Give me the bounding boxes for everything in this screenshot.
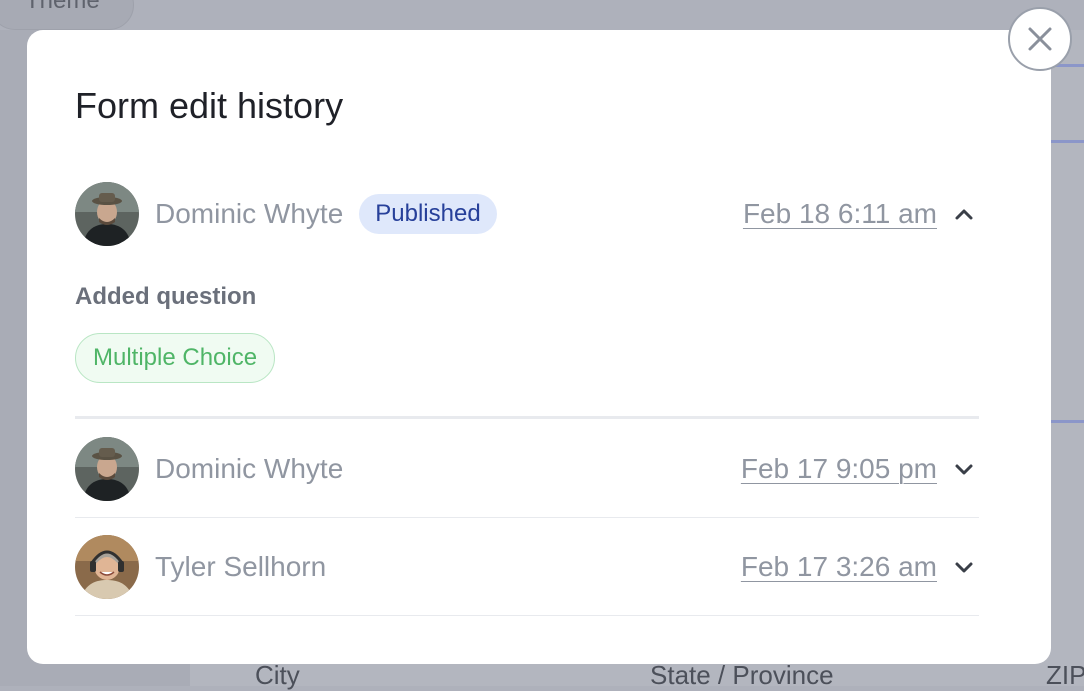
divider — [75, 416, 979, 419]
history-entry-header[interactable]: Tyler Sellhorn Feb 17 3:26 am — [75, 535, 979, 599]
question-type-chip: Multiple Choice — [75, 333, 276, 383]
history-entry-header[interactable]: Dominic Whyte Published Feb 18 6:11 am — [75, 182, 979, 246]
change-description: Added question — [75, 283, 257, 310]
chevron-down-icon[interactable] — [949, 454, 979, 484]
history-entry: Dominic Whyte Feb 17 9:05 pm — [75, 437, 979, 501]
close-icon — [1028, 27, 1052, 51]
background-column-city: City — [255, 660, 300, 690]
status-badge: Published — [359, 194, 497, 234]
avatar — [75, 535, 139, 599]
close-button[interactable] — [1008, 7, 1072, 71]
timestamp-link[interactable]: Feb 17 9:05 pm — [741, 453, 937, 485]
chevron-down-icon[interactable] — [949, 552, 979, 582]
divider — [75, 517, 979, 518]
divider — [75, 615, 979, 616]
history-entry: Tyler Sellhorn Feb 17 3:26 am — [75, 535, 979, 599]
background-row-line — [1050, 140, 1084, 143]
timestamp-link[interactable]: Feb 17 3:26 am — [741, 551, 937, 583]
chevron-up-icon[interactable] — [949, 199, 979, 229]
history-entry-header[interactable]: Dominic Whyte Feb 17 9:05 pm — [75, 437, 979, 501]
author-name: Tyler Sellhorn — [155, 551, 327, 582]
history-entry: Dominic Whyte Published Feb 18 6:11 am — [75, 182, 979, 246]
author-name: Dominic Whyte — [155, 198, 344, 229]
background-row-line — [1050, 420, 1084, 423]
avatar — [75, 437, 139, 501]
form-edit-history-modal: Form edit history Dominic Whyte Publishe… — [27, 30, 1051, 664]
author-name: Dominic Whyte — [155, 453, 344, 484]
background-theme-tab: Theme — [0, 0, 134, 30]
avatar — [75, 182, 139, 246]
modal-title: Form edit history — [75, 85, 344, 126]
timestamp-link[interactable]: Feb 18 6:11 am — [743, 198, 937, 230]
background-column-zip: ZIP — [1046, 660, 1084, 690]
background-column-state: State / Province — [650, 660, 834, 690]
